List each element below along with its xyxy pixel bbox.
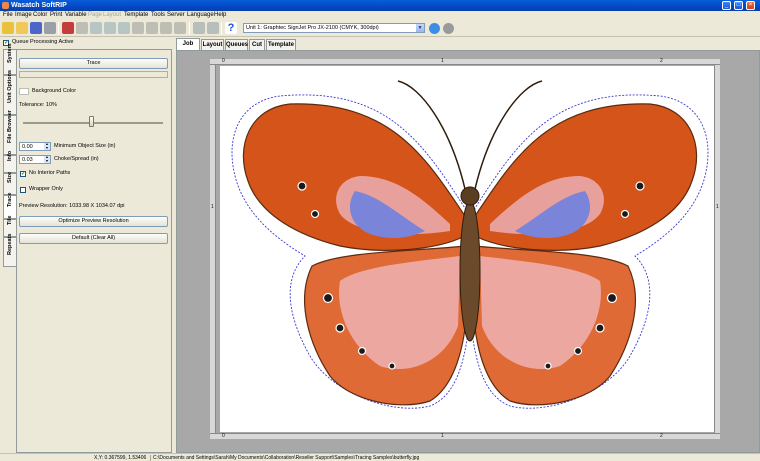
color-icon[interactable]: [62, 22, 74, 34]
ruler-label: 0: [222, 433, 225, 439]
ruler-top: 0 1 2: [210, 59, 720, 65]
tab-repeats[interactable]: Repeats: [3, 234, 16, 267]
menu-variable[interactable]: Variable: [65, 12, 87, 19]
page-icon[interactable]: [76, 22, 88, 34]
no-interior-paths-checkbox[interactable]: ✓: [20, 171, 26, 177]
duplicate-icon[interactable]: [160, 22, 172, 34]
trace-button[interactable]: Trace: [19, 58, 168, 69]
menu-template[interactable]: Template: [124, 12, 148, 19]
unit-settings-icon[interactable]: [429, 23, 440, 34]
butterfly-image: [231, 80, 709, 409]
menu-language[interactable]: Language: [187, 12, 214, 19]
ruler-label: 2: [660, 433, 663, 439]
status-file-path: C:\Documents and Settings\Sarah\My Docum…: [153, 455, 420, 461]
spin-arrows-icon[interactable]: ▲ ▼: [44, 155, 50, 163]
menu-print[interactable]: Print: [50, 12, 62, 19]
menu-server[interactable]: Server: [167, 12, 185, 19]
trace-panel: Trace Background Color Tolerance: 10% 0.…: [16, 49, 172, 453]
rotate-right-icon[interactable]: [104, 22, 116, 34]
window-title: Wasatch SoftRIP: [11, 2, 67, 9]
ruler-label: 1: [211, 204, 214, 210]
wrapper-only-label: Wrapper Only: [29, 186, 63, 192]
queue-processing-label: Queue Processing Active: [12, 39, 74, 45]
new-file-icon[interactable]: [2, 22, 14, 34]
status-bar: X,Y: 0.367599, 1.53406 C:\Documents and …: [0, 453, 760, 461]
delete-icon[interactable]: [174, 22, 186, 34]
menu-file[interactable]: File: [3, 12, 13, 19]
zoom-out-icon[interactable]: [207, 22, 219, 34]
minimize-button[interactable]: _: [722, 1, 731, 10]
ruler-label: 0: [222, 58, 225, 64]
tolerance-slider-thumb[interactable]: [89, 116, 94, 127]
rotate-left-icon[interactable]: [90, 22, 102, 34]
chevron-down-icon[interactable]: ▼: [416, 24, 424, 32]
butterfly-body: [459, 200, 481, 342]
main-area: Job Layout Queues Cut Template 0 1 2 1 1…: [176, 38, 760, 453]
tab-queues[interactable]: Queues: [225, 39, 248, 50]
menu-page[interactable]: Page: [88, 12, 102, 19]
tab-job[interactable]: Job: [176, 38, 200, 50]
preview-canvas[interactable]: 0 1 2 1 1 0 1 2: [176, 50, 760, 453]
choke-spread-input[interactable]: 0.03 ▲ ▼: [19, 155, 51, 164]
menu-help[interactable]: Help: [214, 12, 226, 19]
preview-resolution-text: Preview Resolution: 1033.98 X 1034.07 dp…: [19, 203, 125, 209]
rip-icon[interactable]: [30, 22, 42, 34]
help-icon[interactable]: ?: [225, 22, 237, 34]
min-object-size-input[interactable]: 0.00 ▲ ▼: [19, 142, 51, 151]
ruler-label: 2: [660, 58, 663, 64]
menu-tools[interactable]: Tools: [151, 12, 165, 19]
open-folder-icon[interactable]: [16, 22, 28, 34]
ruler-right: 1: [714, 65, 720, 433]
side-tabs: System Unit Options File Browser Info Si…: [3, 43, 17, 453]
ruler-left: 1: [210, 65, 216, 433]
menu-layout[interactable]: Layout: [103, 12, 121, 19]
print-icon[interactable]: [44, 22, 56, 34]
crop-icon[interactable]: [132, 22, 144, 34]
unit-selector[interactable]: Unit 1: Graphtec SignJet Pro JX-2100 (CM…: [243, 23, 425, 33]
background-color-swatch[interactable]: [19, 88, 29, 95]
menu-image[interactable]: Image: [15, 12, 32, 19]
tolerance-label: Tolerance: 10%: [19, 102, 57, 108]
zoom-in-icon[interactable]: [193, 22, 205, 34]
maximize-button[interactable]: □: [734, 1, 743, 10]
min-object-size-label: Minimum Object Size (in): [54, 143, 116, 149]
unit-status-icon[interactable]: [443, 23, 454, 34]
print-sheet: [220, 66, 714, 432]
copy-icon[interactable]: [146, 22, 158, 34]
ruler-bottom: 0 1 2: [210, 433, 720, 439]
default-clear-all-button[interactable]: Default (Clear All): [19, 233, 168, 244]
menu-bar: File Image Color Print Variable Page Lay…: [0, 11, 760, 20]
tab-template[interactable]: Template: [266, 39, 296, 50]
tab-file-browser[interactable]: File Browser: [3, 110, 16, 155]
flip-icon[interactable]: [118, 22, 130, 34]
close-button[interactable]: ×: [746, 1, 755, 10]
background-color-label: Background Color: [32, 88, 77, 94]
trace-progress-bar: [19, 71, 168, 78]
wrapper-only-checkbox[interactable]: [20, 187, 26, 193]
optimize-preview-button[interactable]: Optimize Preview Resolution: [19, 216, 168, 227]
menu-color[interactable]: Color: [33, 12, 47, 19]
ruler-label: 1: [441, 58, 444, 64]
spin-arrows-icon[interactable]: ▲ ▼: [44, 142, 50, 150]
no-interior-paths-label: No Interior Paths: [29, 170, 71, 176]
tab-info[interactable]: Info: [3, 151, 16, 173]
app-icon: [2, 2, 9, 9]
ruler-label: 1: [441, 433, 444, 439]
butterfly-head: [460, 186, 480, 206]
tab-cut[interactable]: Cut: [249, 39, 265, 50]
status-coordinates: X,Y: 0.367599, 1.53406: [94, 455, 147, 461]
ruler-label: 1: [716, 204, 719, 210]
choke-spread-label: Choke/Spread (in): [54, 156, 99, 162]
tab-layout[interactable]: Layout: [201, 39, 224, 50]
title-bar: Wasatch SoftRIP _ □ ×: [0, 0, 760, 11]
